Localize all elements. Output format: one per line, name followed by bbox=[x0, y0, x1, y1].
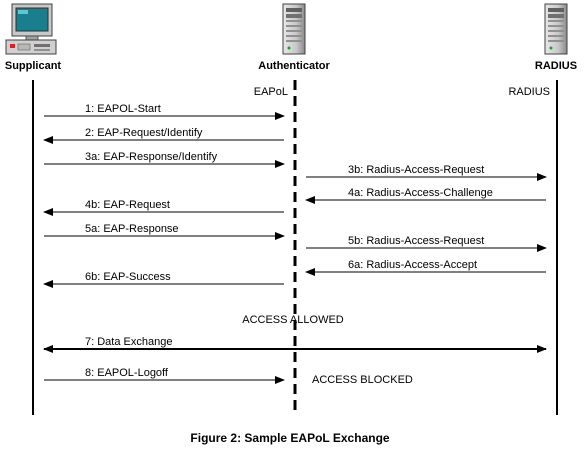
lane-label-radius: RADIUS bbox=[508, 86, 550, 98]
actor-authenticator-label: Authenticator bbox=[258, 60, 330, 72]
message-label: 1: EAPOL-Start bbox=[85, 103, 161, 115]
server-tower-icon bbox=[282, 3, 306, 55]
message-label: 5a: EAP-Response bbox=[85, 223, 179, 235]
lane-label-eapol: EAPoL bbox=[254, 86, 288, 98]
note-access-allowed: ACCESS ALLOWED bbox=[242, 314, 344, 326]
message-label: 5b: Radius-Access-Request bbox=[348, 235, 484, 247]
message-label: 3a: EAP-Response/Identify bbox=[85, 151, 218, 163]
message-label: 6a: Radius-Access-Accept bbox=[348, 259, 477, 271]
message-label: 4b: EAP-Request bbox=[85, 199, 170, 211]
desktop-computer-icon bbox=[5, 3, 57, 55]
message-label: 6b: EAP-Success bbox=[85, 271, 171, 283]
sequence-diagram: Supplicant Authenticator RADIUS EAPoL RA… bbox=[5, 3, 577, 445]
message-label: 8: EAPOL-Logoff bbox=[85, 367, 169, 379]
actor-supplicant-label: Supplicant bbox=[5, 60, 62, 72]
actor-radius-label: RADIUS bbox=[535, 60, 577, 72]
message-label: 3b: Radius-Access-Request bbox=[348, 164, 484, 176]
message-label: 2: EAP-Request/Identify bbox=[85, 127, 203, 139]
server-tower-icon bbox=[544, 3, 568, 55]
message-label: 4a: Radius-Access-Challenge bbox=[348, 187, 493, 199]
message-label: 7: Data Exchange bbox=[85, 336, 172, 348]
figure-caption: Figure 2: Sample EAPoL Exchange bbox=[190, 431, 389, 445]
note-access-blocked: ACCESS BLOCKED bbox=[312, 374, 413, 386]
